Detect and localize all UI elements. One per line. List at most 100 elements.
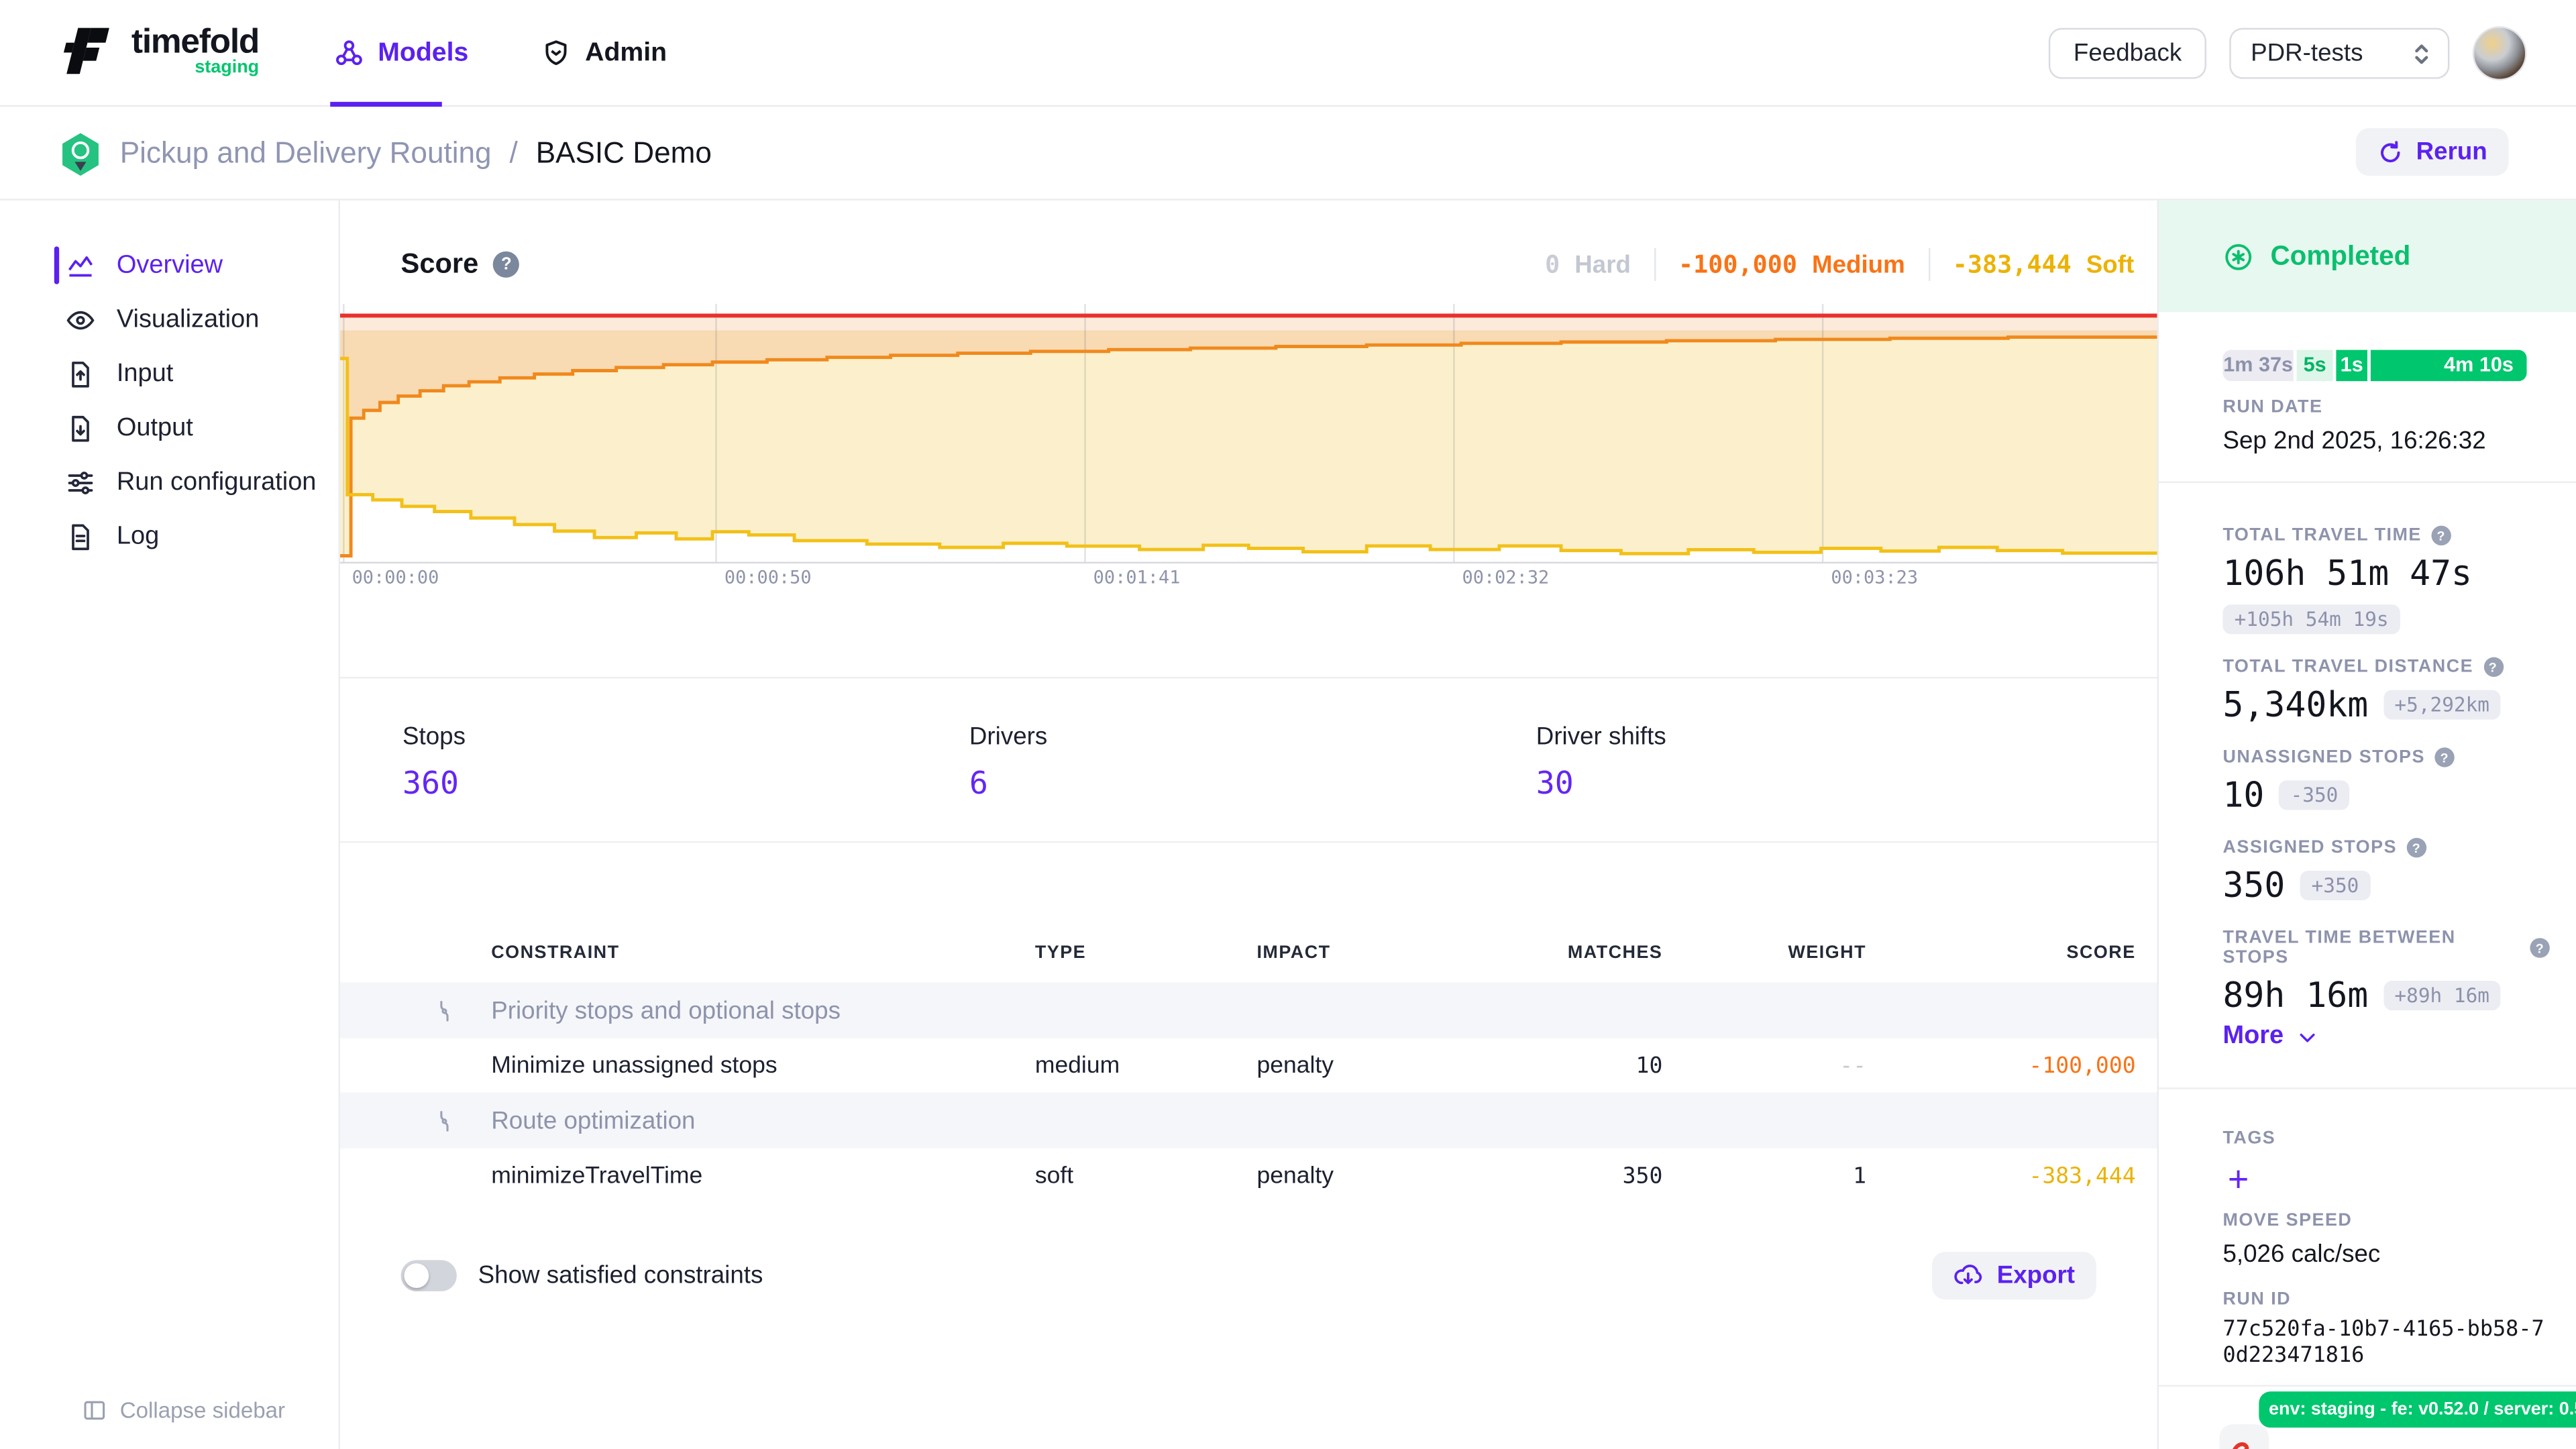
nav-tab-models[interactable]: Models — [333, 0, 468, 107]
breadcrumb-separator: / — [509, 136, 517, 170]
collapse-sidebar-button[interactable]: Collapse sidebar — [82, 1398, 285, 1423]
run-date-label: RUN DATE — [2222, 398, 2322, 417]
x-axis-tick-label: 00:03:23 — [1831, 567, 1918, 588]
export-label: Export — [1997, 1261, 2075, 1289]
main-content: Score ? 0 Hard -100,000 Medium -383,444 … — [340, 201, 2157, 1449]
divider — [1928, 248, 1929, 281]
score-header: Score ? 0 Hard -100,000 Medium -383,444 … — [401, 241, 2135, 288]
sidebar-item-run-configuration[interactable]: Run configuration — [0, 455, 338, 509]
question-circle-icon[interactable]: ? — [2407, 838, 2426, 857]
run-id-value: 77c520fa-10b7-4165-bb58-70d223471816 — [2222, 1318, 2551, 1370]
model-hexagon-icon — [59, 131, 102, 177]
rerun-label: Rerun — [2416, 138, 2487, 166]
sidebar: Overview Visualization Input — [0, 201, 340, 1449]
table-group-row[interactable]: Route optimization — [340, 1093, 2157, 1148]
circle-asterisk-icon — [2222, 241, 2254, 272]
question-circle-icon[interactable]: ? — [2483, 657, 2503, 677]
red-logo-icon — [2229, 1438, 2255, 1449]
x-axis-tick-label: 00:01:41 — [1093, 567, 1181, 588]
score-chart[interactable] — [340, 304, 2157, 564]
col-type: TYPE — [1035, 943, 1257, 963]
medium-score: -100,000 Medium — [1678, 250, 1905, 279]
timefold-logo-icon — [59, 24, 115, 76]
metric-total-travel-time: TOTAL TRAVEL TIME? 106h 51m 47s +105h 54… — [2222, 526, 2549, 635]
file-up-icon — [66, 359, 95, 388]
question-circle-icon[interactable]: ? — [2432, 526, 2451, 545]
kpi-drivers: Drivers 6 — [969, 723, 1536, 802]
question-circle-icon[interactable]: ? — [2530, 938, 2550, 957]
group-label: Priority stops and optional stops — [491, 996, 1035, 1024]
brand[interactable]: timefold staging — [59, 23, 259, 77]
metric-unassigned-stops: UNASSIGNED STOPS? 10-350 — [2222, 747, 2549, 814]
constraint-weight: -- — [1662, 1053, 1866, 1079]
sidebar-item-overview[interactable]: Overview — [0, 238, 338, 292]
area-chart-icon — [66, 250, 95, 280]
top-right-cluster: Feedback PDR-tests — [2049, 0, 2526, 107]
delta-badge: +350 — [2300, 871, 2370, 900]
phase-segment: 4m 10s — [2371, 350, 2527, 382]
sidebar-item-visualization[interactable]: Visualization — [0, 292, 338, 347]
table-footer-controls: Show satisfied constraints Export — [401, 1248, 2096, 1301]
constraint-impact: penalty — [1256, 1163, 1547, 1189]
breadcrumb-run-name: BASIC Demo — [536, 136, 712, 170]
collapse-sidebar-label: Collapse sidebar — [120, 1398, 285, 1423]
sidebar-item-label: Log — [117, 522, 159, 551]
status-label: Completed — [2270, 241, 2410, 272]
col-constraint: CONSTRAINT — [491, 943, 1035, 963]
file-text-icon — [66, 522, 95, 551]
app-root: timefold staging Models — [0, 0, 2576, 1449]
col-impact: IMPACT — [1256, 943, 1547, 963]
feedback-button[interactable]: Feedback — [2049, 28, 2206, 79]
table-row[interactable]: minimizeTravelTime soft penalty 350 1 -3… — [340, 1148, 2157, 1203]
constraint-type: soft — [1035, 1163, 1257, 1189]
delta-badge: +5,292km — [2383, 690, 2501, 720]
sidebar-item-label: Overview — [117, 250, 223, 280]
export-button[interactable]: Export — [1933, 1251, 2096, 1299]
phase-segment: 5s — [2297, 350, 2333, 382]
question-circle-icon[interactable]: ? — [493, 252, 519, 278]
divider — [2159, 482, 2576, 483]
molecule-icon — [333, 38, 365, 69]
x-axis-tick-label: 00:00:50 — [724, 567, 812, 588]
cloud-download-icon — [1954, 1262, 1984, 1288]
workspace-select[interactable]: PDR-tests — [2229, 28, 2449, 79]
link-icon — [432, 1108, 491, 1133]
group-label: Route optimization — [491, 1106, 1035, 1134]
more-label: More — [2222, 1022, 2284, 1051]
table-group-row[interactable]: Priority stops and optional stops — [340, 982, 2157, 1038]
more-button[interactable]: More — [2222, 1022, 2318, 1051]
add-tag-button[interactable]: + — [2228, 1159, 2249, 1201]
constraint-weight: 1 — [1662, 1163, 1866, 1189]
divider — [340, 677, 2157, 678]
sidebar-item-label: Input — [117, 359, 173, 388]
panel-collapse-icon — [82, 1398, 107, 1423]
move-speed-value: 5,026 calc/sec — [2222, 1240, 2380, 1269]
refresh-icon — [2377, 139, 2403, 165]
constraint-name: Minimize unassigned stops — [491, 1053, 1035, 1079]
sidebar-item-label: Run configuration — [117, 468, 317, 497]
show-satisfied-toggle[interactable] — [401, 1259, 457, 1291]
divider — [1654, 248, 1655, 281]
table-row[interactable]: Minimize unassigned stops medium penalty… — [340, 1038, 2157, 1093]
phase-progress-bar[interactable]: 1m 37s 5s 1s 4m 10s — [2222, 350, 2526, 382]
constraint-matches: 10 — [1548, 1053, 1662, 1079]
phase-segment: 1m 37s — [2222, 350, 2293, 382]
breadcrumb-model-link[interactable]: Pickup and Delivery Routing — [120, 136, 492, 170]
sidebar-item-output[interactable]: Output — [0, 401, 338, 455]
sidebar-item-label: Output — [117, 413, 193, 443]
user-avatar[interactable] — [2473, 26, 2527, 80]
status-banner: Completed — [2159, 201, 2576, 313]
delta-badge: +89h 16m — [2383, 981, 2501, 1010]
metric-assigned-stops: ASSIGNED STOPS? 350+350 — [2222, 838, 2549, 905]
tags-label: TAGS — [2222, 1128, 2275, 1148]
sidebar-item-input[interactable]: Input — [0, 347, 338, 401]
sidebar-item-log[interactable]: Log — [0, 509, 338, 564]
eye-icon — [66, 305, 95, 334]
metric-total-travel-distance: TOTAL TRAVEL DISTANCE? 5,340km+5,292km — [2222, 657, 2549, 724]
score-title: Score — [401, 248, 479, 281]
show-satisfied-label: Show satisfied constraints — [478, 1261, 763, 1289]
rerun-button[interactable]: Rerun — [2355, 128, 2509, 176]
nav-tab-admin[interactable]: Admin — [541, 0, 667, 107]
delta-badge: +105h 54m 19s — [2222, 604, 2400, 634]
question-circle-icon[interactable]: ? — [2435, 747, 2455, 767]
